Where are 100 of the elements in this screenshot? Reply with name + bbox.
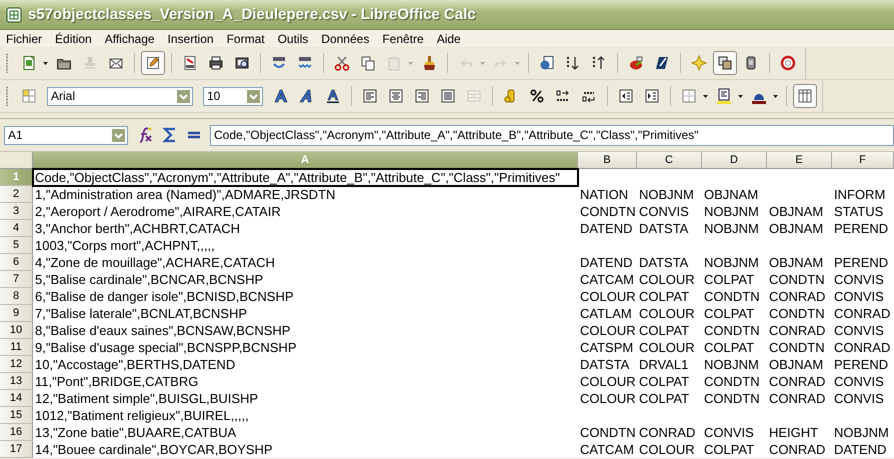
cell-text: CONVIS — [834, 391, 884, 406]
menu-item[interactable]: Fichier — [6, 32, 42, 46]
column-header[interactable]: C — [637, 152, 702, 169]
cell-text: STATUS — [834, 204, 884, 219]
column-header[interactable]: B — [578, 152, 637, 169]
column-header[interactable]: F — [832, 152, 894, 169]
styles-icon — [21, 88, 37, 104]
stamp-icon — [82, 55, 98, 71]
cell-text: CONDTN — [704, 374, 760, 389]
row-header[interactable]: 4 — [0, 220, 33, 237]
auto-spelling-icon — [297, 55, 313, 71]
sort-descending-icon — [591, 55, 607, 71]
cell-text: DATSTA — [639, 255, 688, 270]
row-header[interactable]: 10 — [0, 322, 33, 339]
column-header[interactable]: E — [767, 152, 832, 169]
bold-icon — [273, 88, 289, 104]
globe-document-icon — [539, 55, 555, 71]
row-header[interactable]: 8 — [0, 288, 33, 305]
menu-item[interactable]: Format — [226, 32, 265, 46]
cell-text: DATEND — [580, 221, 632, 236]
cell-text: CONVIS — [834, 272, 884, 287]
menu-item[interactable]: Insertion — [168, 32, 214, 46]
cell-text: 14,"Bouee cardinale",BOYCAR,BOYSHP — [35, 442, 273, 457]
row-header[interactable]: 7 — [0, 271, 33, 288]
cell-text: CATCAM — [580, 272, 634, 287]
chart-icon — [628, 55, 644, 71]
cell-text: 2,"Aeroport / Aerodrome",AIRARE,CATAIR — [35, 204, 281, 219]
window-title: s57objectclasses_Version_A_Dieulepere.csv - LibreOffice Calc — [28, 6, 476, 23]
row-header[interactable]: 16 — [0, 424, 33, 441]
cell-text: CONRAD — [639, 425, 696, 440]
pencil-button[interactable] — [141, 51, 165, 75]
cell-text: CONVIS — [704, 425, 754, 440]
cell-text: 8,"Balise d'eaux saines",BCNSAW,BCNSHP — [35, 323, 290, 338]
sum-icon[interactable] — [162, 126, 178, 144]
cell-text: DATEND — [834, 442, 886, 457]
cell-text: CATSPM — [580, 340, 634, 355]
font-name-field[interactable]: Arial — [47, 86, 193, 106]
cell-text: CONVIS — [834, 323, 884, 338]
background-color-icon — [716, 88, 732, 104]
cell-text: NOBJNM — [704, 204, 759, 219]
cell-text: 5,"Balise cardinale",BCNCAR,BCNSHP — [35, 272, 264, 287]
formula-input[interactable]: Code,"ObjectClass","Acronym","Attribute_A","Attribute_B","Attribute_C","Class","Primitives" — [210, 124, 894, 146]
cell-text: OBJNAM — [769, 255, 824, 270]
row-header[interactable]: 14 — [0, 390, 33, 407]
cell-text: CONRAD — [769, 374, 826, 389]
cell-text: DATSTA — [639, 221, 688, 236]
printer-icon — [208, 55, 224, 71]
name-box[interactable]: A1 — [4, 126, 128, 144]
font-size-field[interactable]: 10 — [203, 86, 263, 106]
cell-text: NOBJNM — [704, 357, 759, 372]
cell-text: COLOUR — [639, 340, 695, 355]
spelling-icon — [271, 55, 287, 71]
row-header[interactable]: 13 — [0, 373, 33, 390]
cell-text: CONRAD — [769, 289, 826, 304]
cell-text: NOBJNM — [704, 255, 759, 270]
cell-text: INFORM — [834, 187, 886, 202]
cell-text: CONRAD — [769, 442, 826, 457]
cell-text: OBJNAM — [769, 221, 824, 236]
row-header[interactable]: 2 — [0, 186, 33, 203]
cell-text: OBJNAM — [769, 204, 824, 219]
menu-item[interactable]: Affichage — [104, 32, 155, 46]
dropdown-icon[interactable] — [176, 88, 191, 104]
dropdown-icon[interactable] — [111, 128, 126, 142]
row-header[interactable]: 12 — [0, 356, 33, 373]
menu-item[interactable]: Données — [321, 32, 370, 46]
windows-button[interactable] — [713, 51, 737, 75]
column-header[interactable]: D — [702, 152, 767, 169]
menu-item[interactable]: Aide — [436, 32, 461, 46]
cell-text: Code,"ObjectClass","Acronym","Attribute_A","Attribute_B","Attribute_C","Class","Primitives" — [35, 170, 560, 185]
menu-item[interactable]: Fenêtre — [382, 32, 424, 46]
cell-text: CONRAD — [769, 323, 826, 338]
cell-text: 1003,"Corps mort",ACHPNT,,,,, — [35, 238, 215, 253]
scissors-icon — [334, 55, 350, 71]
pencil-icon — [145, 55, 161, 71]
cell-text: NOBJNM — [704, 221, 759, 236]
cell-text: 7,"Balise laterale",BCNLAT,BCNSHP — [35, 306, 248, 321]
row-header[interactable]: 6 — [0, 254, 33, 271]
cell-text: CONVIS — [834, 374, 884, 389]
row-header[interactable]: 17 — [0, 441, 33, 458]
menu-item[interactable]: Édition — [55, 32, 92, 46]
cell-text: COLOUR — [580, 391, 636, 406]
cell-text: CONDTN — [769, 340, 825, 355]
row-header[interactable]: 3 — [0, 203, 33, 220]
row-header[interactable]: 9 — [0, 305, 33, 322]
grid-button[interactable] — [793, 84, 817, 108]
menu-item[interactable]: Outils — [278, 32, 308, 46]
row-header[interactable]: 11 — [0, 339, 33, 356]
row-header[interactable]: 5 — [0, 237, 33, 254]
align-center-icon — [388, 88, 404, 104]
cell-text: OBJNAM — [704, 187, 758, 202]
dropdown-icon[interactable] — [246, 88, 261, 104]
cell-text: CONDTN — [580, 425, 636, 440]
clipboard-icon — [386, 55, 402, 71]
cell-text: 13,"Zone batie",BUAARE,CATBUA — [35, 425, 236, 440]
cell-text: 12,"Batiment simple",BUISGL,BUISHP — [35, 391, 258, 406]
copy-icon — [360, 55, 376, 71]
row-header[interactable]: 15 — [0, 407, 33, 424]
drawing-pen-icon — [654, 55, 670, 71]
cell-text: DRVAL1 — [639, 357, 688, 372]
cell-text: COLOUR — [639, 306, 695, 321]
